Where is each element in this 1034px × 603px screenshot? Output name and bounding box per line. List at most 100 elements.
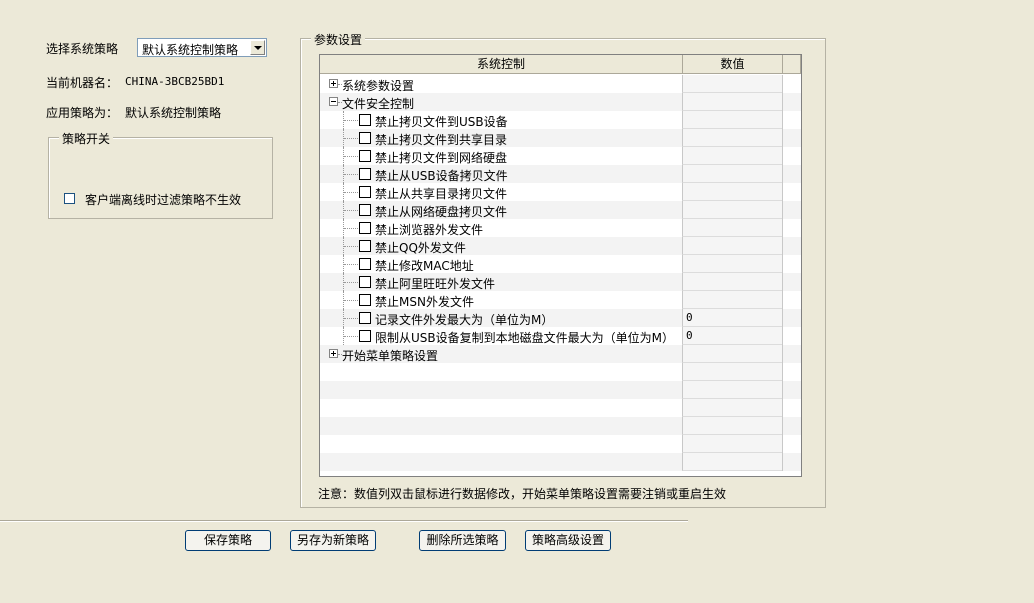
option-checkbox[interactable] [359, 132, 371, 144]
value-cell [682, 453, 782, 471]
empty-row [320, 363, 801, 381]
control-cell: 禁止浏览器外发文件 [320, 219, 682, 237]
option-checkbox[interactable] [359, 258, 371, 270]
value-cell[interactable] [682, 147, 782, 165]
filler-cell [782, 435, 801, 453]
control-cell: 文件安全控制 [320, 93, 682, 111]
value-cell[interactable] [682, 201, 782, 219]
policy-select-value: 默认系统控制策略 [142, 43, 239, 57]
note-text: 注意：数值列双击鼠标进行数据修改，开始菜单策略设置需要注销或重启生效 [318, 487, 727, 501]
table-row[interactable]: 禁止拷贝文件到USB设备 [320, 111, 801, 129]
table-row[interactable]: 文件安全控制 [320, 93, 801, 111]
table-row[interactable]: 禁止阿里旺旺外发文件 [320, 273, 801, 291]
tree-connector [344, 318, 358, 319]
column-header-filler [783, 55, 801, 74]
offline-filter-checkbox[interactable] [64, 193, 75, 204]
control-cell: 禁止从共享目录拷贝文件 [320, 183, 682, 201]
table-row[interactable]: 禁止从共享目录拷贝文件 [320, 183, 801, 201]
table-row[interactable]: 禁止从USB设备拷贝文件 [320, 165, 801, 183]
tree-connector [344, 300, 358, 301]
value-cell[interactable] [682, 165, 782, 183]
filler-cell [782, 381, 801, 399]
table-row[interactable]: 开始菜单策略设置 [320, 345, 801, 363]
chevron-down-icon[interactable] [250, 40, 265, 55]
filler-cell [782, 327, 801, 345]
value-cell [682, 381, 782, 399]
control-cell: 开始菜单策略设置 [320, 345, 682, 363]
expand-icon[interactable] [329, 79, 338, 88]
control-cell [320, 453, 682, 471]
value-cell[interactable]: 0 [682, 309, 782, 327]
table-row[interactable]: 禁止浏览器外发文件 [320, 219, 801, 237]
tree-connector [344, 336, 358, 337]
option-checkbox[interactable] [359, 312, 371, 324]
value-cell[interactable] [682, 237, 782, 255]
option-checkbox[interactable] [359, 168, 371, 180]
save-as-new-policy-button[interactable]: 另存为新策略 [290, 530, 376, 551]
filler-cell [782, 129, 801, 147]
control-cell: 限制从USB设备复制到本地磁盘文件最大为（单位为M） [320, 327, 682, 345]
filler-cell [782, 201, 801, 219]
tree-connector [344, 120, 358, 121]
value-cell[interactable] [682, 255, 782, 273]
option-label: 禁止从网络硬盘拷贝文件 [375, 205, 508, 219]
control-cell: 禁止从USB设备拷贝文件 [320, 165, 682, 183]
option-checkbox[interactable] [359, 240, 371, 252]
control-cell: 禁止拷贝文件到共享目录 [320, 129, 682, 147]
table-row[interactable]: 禁止QQ外发文件 [320, 237, 801, 255]
value-cell[interactable] [682, 273, 782, 291]
grid-header: 系统控制 数值 [320, 55, 801, 75]
value-cell[interactable] [682, 345, 782, 363]
filler-cell [782, 453, 801, 471]
delete-policy-button[interactable]: 删除所选策略 [419, 530, 506, 551]
value-cell[interactable] [682, 291, 782, 309]
value-cell[interactable] [682, 129, 782, 147]
control-cell: 禁止从网络硬盘拷贝文件 [320, 201, 682, 219]
separator [0, 520, 688, 522]
value-cell[interactable] [682, 183, 782, 201]
option-checkbox[interactable] [359, 330, 371, 342]
value-cell[interactable] [682, 111, 782, 129]
option-checkbox[interactable] [359, 186, 371, 198]
table-row[interactable]: 禁止拷贝文件到网络硬盘 [320, 147, 801, 165]
option-label: 限制从USB设备复制到本地磁盘文件最大为（单位为M） [375, 331, 674, 345]
option-checkbox[interactable] [359, 276, 371, 288]
tree-connector [344, 264, 358, 265]
table-row[interactable]: 禁止MSN外发文件 [320, 291, 801, 309]
option-checkbox[interactable] [359, 204, 371, 216]
option-label: 禁止从共享目录拷贝文件 [375, 187, 508, 201]
column-header-value[interactable]: 数值 [683, 55, 783, 74]
control-cell: 系统参数设置 [320, 75, 682, 93]
filler-cell [782, 291, 801, 309]
select-policy-label: 选择系统策略 [46, 42, 119, 56]
option-checkbox[interactable] [359, 150, 371, 162]
policy-select[interactable]: 默认系统控制策略 [137, 38, 267, 57]
control-cell: 禁止QQ外发文件 [320, 237, 682, 255]
table-row[interactable]: 禁止从网络硬盘拷贝文件 [320, 201, 801, 219]
expand-icon[interactable] [329, 349, 338, 358]
table-row[interactable]: 禁止修改MAC地址 [320, 255, 801, 273]
option-checkbox[interactable] [359, 114, 371, 126]
table-row[interactable]: 记录文件外发最大为（单位为M） 0 [320, 309, 801, 327]
value-cell[interactable] [682, 75, 782, 93]
save-policy-button[interactable]: 保存策略 [185, 530, 271, 551]
empty-row [320, 399, 801, 417]
tree-connector [344, 228, 358, 229]
control-cell: 禁止修改MAC地址 [320, 255, 682, 273]
table-row[interactable]: 禁止拷贝文件到共享目录 [320, 129, 801, 147]
option-label: 禁止拷贝文件到共享目录 [375, 133, 508, 147]
collapse-icon[interactable] [329, 97, 338, 106]
column-header-control[interactable]: 系统控制 [320, 55, 683, 74]
table-row[interactable]: 系统参数设置 [320, 75, 801, 93]
filler-cell [782, 237, 801, 255]
value-cell[interactable]: 0 [682, 327, 782, 345]
option-checkbox[interactable] [359, 222, 371, 234]
params-grid: 系统控制 数值 系统参数设置 文件安全控制 禁止拷贝文件到USB设备禁止拷贝文件到共… [319, 54, 802, 477]
option-checkbox[interactable] [359, 294, 371, 306]
value-cell[interactable] [682, 219, 782, 237]
value-cell[interactable] [682, 93, 782, 111]
advanced-settings-button[interactable]: 策略高级设置 [525, 530, 611, 551]
option-label: 禁止拷贝文件到网络硬盘 [375, 151, 508, 165]
filler-cell [782, 219, 801, 237]
table-row[interactable]: 限制从USB设备复制到本地磁盘文件最大为（单位为M） 0 [320, 327, 801, 345]
